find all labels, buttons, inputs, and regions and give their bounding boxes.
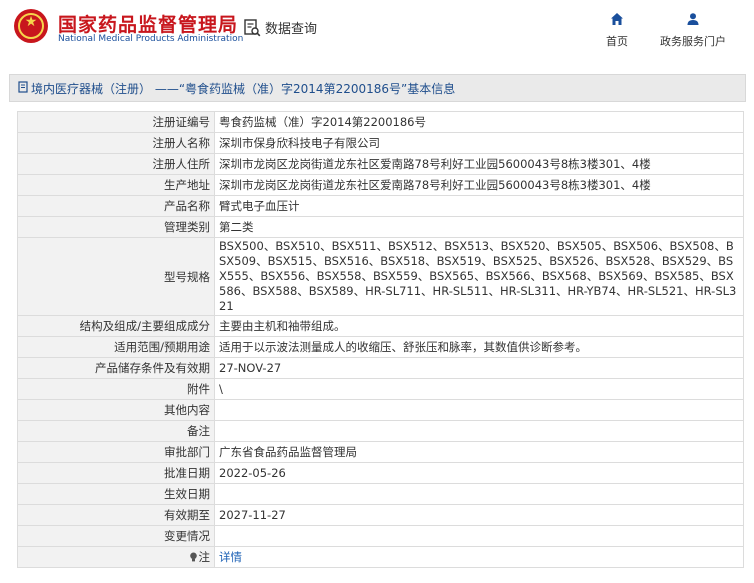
table-row: 型号规格 BSX500、BSX510、BSX511、BSX512、BSX513、… xyxy=(17,237,744,316)
row-value-storage-validity: 27-NOV-27 xyxy=(214,357,744,379)
table-row: 产品储存条件及有效期 27-NOV-27 xyxy=(17,357,744,379)
row-value-change-info xyxy=(214,525,744,547)
row-label-attachment: 附件 xyxy=(17,378,215,400)
row-value-product-name: 臂式电子血压计 xyxy=(214,195,744,217)
detail-table: 注册证编号 粤食药监械（准）字2014第2200186号 注册人名称 深圳市保身… xyxy=(17,111,744,568)
row-label-model-spec: 型号规格 xyxy=(17,237,215,316)
row-value-production-address: 深圳市龙岗区龙岗街道龙东社区爱南路78号利好工业园5600043号8栋3楼301… xyxy=(214,174,744,196)
site-header: ★ 国家药品监督管理局 National Medical Products Ad… xyxy=(0,0,754,62)
nav-home[interactable]: 首页 xyxy=(606,12,628,49)
nav-gov-portal-label: 政务服务门户 xyxy=(660,35,726,48)
table-row: 注册证编号 粤食药监械（准）字2014第2200186号 xyxy=(17,111,744,133)
nav-home-label: 首页 xyxy=(606,35,628,48)
row-value-attachment: \ xyxy=(214,378,744,400)
row-value-management-class: 第二类 xyxy=(214,216,744,238)
table-row: 生效日期 xyxy=(17,483,744,505)
table-row: 变更情况 xyxy=(17,525,744,547)
document-icon xyxy=(18,80,29,96)
row-label-other-content: 其他内容 xyxy=(17,399,215,421)
row-label-structure: 结构及组成/主要组成成分 xyxy=(17,315,215,337)
row-value-structure: 主要由主机和袖带组成。 xyxy=(214,315,744,337)
document-search-icon xyxy=(244,18,261,37)
row-label-storage-validity: 产品储存条件及有效期 xyxy=(17,357,215,379)
table-row: 结构及组成/主要组成成分 主要由主机和袖带组成。 xyxy=(17,315,744,337)
record-title-bar: 境内医疗器械（注册） ——“粤食药监械（准）字2014第2200186号”基本信… xyxy=(9,74,746,102)
data-query-label: 数据查询 xyxy=(265,22,318,37)
row-value-other-content xyxy=(214,399,744,421)
site-name-cn[interactable]: 国家药品监督管理局 xyxy=(58,10,238,37)
row-value-note-cell: 详情 xyxy=(214,546,744,568)
table-row: 注册人住所 深圳市龙岗区龙岗街道龙东社区爱南路78号利好工业园5600043号8… xyxy=(17,153,744,175)
row-label-product-name: 产品名称 xyxy=(17,195,215,217)
row-value-effective-date xyxy=(214,483,744,505)
lightbulb-icon xyxy=(189,551,198,562)
row-value-registration-no: 粤食药监械（准）字2014第2200186号 xyxy=(214,111,744,133)
record-title: 境内医疗器械（注册） ——“粤食药监械（准）字2014第2200186号”基本信… xyxy=(31,81,456,96)
table-row: 产品名称 臂式电子血压计 xyxy=(17,195,744,217)
row-label-approval-dept: 审批部门 xyxy=(17,441,215,463)
table-row: 适用范围/预期用途 适用于以示波法测量成人的收缩压、舒张压和脉率，其数值供诊断参… xyxy=(17,336,744,358)
table-row: 注册人名称 深圳市保身欣科技电子有限公司 xyxy=(17,132,744,154)
row-label-effective-date: 生效日期 xyxy=(17,483,215,505)
row-value-valid-until: 2027-11-27 xyxy=(214,504,744,526)
row-value-approval-dept: 广东省食品药品监督管理局 xyxy=(214,441,744,463)
site-name-en[interactable]: National Medical Products Administration xyxy=(58,34,243,44)
row-value-registrant-address: 深圳市龙岗区龙岗街道龙东社区爱南路78号利好工业园5600043号8栋3楼301… xyxy=(214,153,744,175)
row-label-registrant-address: 注册人住所 xyxy=(17,153,215,175)
table-row: 备注 xyxy=(17,420,744,442)
row-label-note-cell: 注 xyxy=(17,546,215,568)
table-row: 注 详情 xyxy=(17,546,744,568)
table-row: 附件 \ xyxy=(17,378,744,400)
row-label-intended-use: 适用范围/预期用途 xyxy=(17,336,215,358)
row-label-note: 注 xyxy=(198,550,211,564)
table-row: 其他内容 xyxy=(17,399,744,421)
table-row: 审批部门 广东省食品药品监督管理局 xyxy=(17,441,744,463)
row-value-model-spec: BSX500、BSX510、BSX511、BSX512、BSX513、BSX52… xyxy=(214,237,744,316)
row-value-intended-use: 适用于以示波法测量成人的收缩压、舒张压和脉率，其数值供诊断参考。 xyxy=(214,336,744,358)
row-label-registration-no: 注册证编号 xyxy=(17,111,215,133)
row-value-approval-date: 2022-05-26 xyxy=(214,462,744,484)
row-label-change-info: 变更情况 xyxy=(17,525,215,547)
home-icon xyxy=(610,12,624,29)
row-label-production-address: 生产地址 xyxy=(17,174,215,196)
table-row: 批准日期 2022-05-26 xyxy=(17,462,744,484)
row-label-registrant-name: 注册人名称 xyxy=(17,132,215,154)
table-row: 管理类别 第二类 xyxy=(17,216,744,238)
row-value-remarks xyxy=(214,420,744,442)
user-icon xyxy=(686,12,700,29)
row-label-valid-until: 有效期至 xyxy=(17,504,215,526)
national-emblem-icon[interactable]: ★ xyxy=(14,9,48,43)
table-row: 生产地址 深圳市龙岗区龙岗街道龙东社区爱南路78号利好工业园5600043号8栋… xyxy=(17,174,744,196)
data-query-link[interactable]: 数据查询 xyxy=(244,18,317,37)
row-label-approval-date: 批准日期 xyxy=(17,462,215,484)
table-row: 有效期至 2027-11-27 xyxy=(17,504,744,526)
nav-gov-portal[interactable]: 政务服务门户 xyxy=(660,12,726,49)
details-link[interactable]: 详情 xyxy=(219,550,242,564)
row-value-registrant-name: 深圳市保身欣科技电子有限公司 xyxy=(214,132,744,154)
row-label-management-class: 管理类别 xyxy=(17,216,215,238)
row-label-remarks: 备注 xyxy=(17,420,215,442)
